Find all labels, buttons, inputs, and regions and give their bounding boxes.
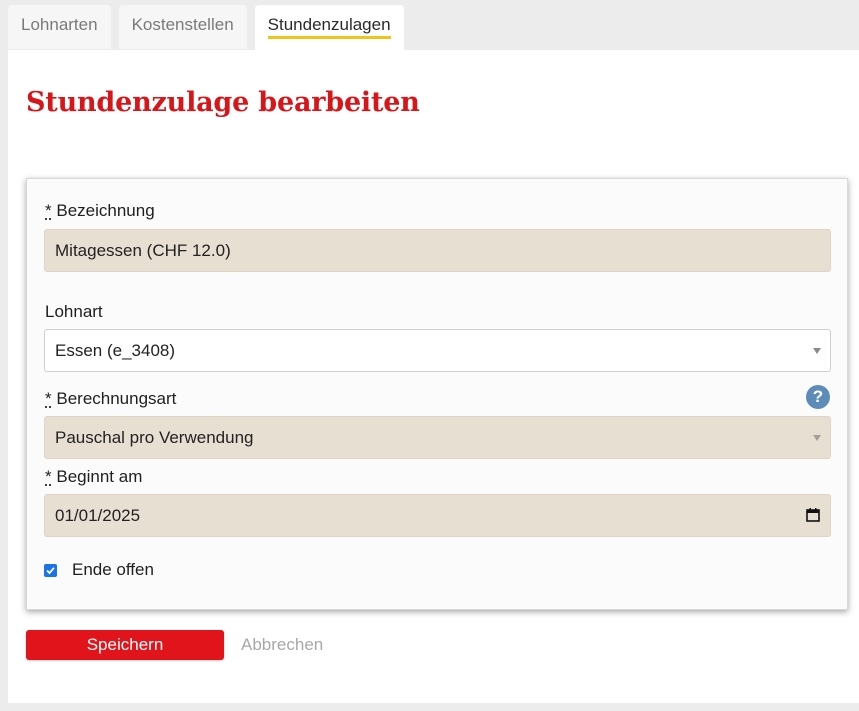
required-marker: * xyxy=(45,467,52,486)
edit-form: * Bezeichnung Mitagessen (CHF 12.0) Lohn… xyxy=(26,178,848,610)
chevron-down-icon xyxy=(813,435,821,441)
help-icon[interactable]: ? xyxy=(806,385,830,409)
calendar-icon[interactable] xyxy=(806,508,820,522)
beginnt-am-date-input[interactable]: 01/01/2025 xyxy=(44,494,831,537)
ende-offen-row: Ende offen xyxy=(44,560,154,580)
beginnt-am-label-text: Beginnt am xyxy=(56,467,143,486)
tab-bar: Lohnarten Kostenstellen Stundenzulagen xyxy=(8,5,404,51)
berechnungsart-label-text: Berechnungsart xyxy=(56,389,177,408)
required-marker: * xyxy=(45,389,52,408)
tab-label: Lohnarten xyxy=(21,15,98,34)
berechnungsart-value: Pauschal pro Verwendung xyxy=(55,427,254,447)
tab-kostenstellen[interactable]: Kostenstellen xyxy=(118,5,247,49)
ende-offen-label: Ende offen xyxy=(72,560,154,579)
lohnart-select[interactable]: Essen (e_3408) xyxy=(44,329,831,372)
content-panel: Stundenzulage bearbeiten * Bezeichnung M… xyxy=(8,50,859,703)
tab-label: Kostenstellen xyxy=(131,15,234,34)
beginnt-am-value: 01/01/2025 xyxy=(55,505,141,525)
beginnt-am-label: * Beginnt am xyxy=(45,467,142,487)
ende-offen-checkbox[interactable] xyxy=(44,563,57,577)
berechnungsart-select[interactable]: Pauschal pro Verwendung xyxy=(44,416,831,459)
bezeichnung-value: Mitagessen (CHF 12.0) xyxy=(55,240,231,260)
page-title: Stundenzulage bearbeiten xyxy=(26,87,420,118)
bezeichnung-label: * Bezeichnung xyxy=(45,201,155,221)
chevron-down-icon xyxy=(813,348,821,354)
save-button[interactable]: Speichern xyxy=(26,630,224,660)
lohnart-label: Lohnart xyxy=(45,302,103,322)
bezeichnung-label-text: Bezeichnung xyxy=(56,201,155,220)
tab-stundenzulagen[interactable]: Stundenzulagen xyxy=(254,5,404,51)
required-marker: * xyxy=(45,201,52,220)
bezeichnung-input[interactable]: Mitagessen (CHF 12.0) xyxy=(44,229,831,272)
checkmark-icon xyxy=(46,566,55,574)
tab-label: Stundenzulagen xyxy=(267,15,391,39)
berechnungsart-label: * Berechnungsart xyxy=(45,389,176,409)
lohnart-label-text: Lohnart xyxy=(45,302,103,321)
cancel-link[interactable]: Abbrechen xyxy=(241,635,323,655)
tab-lohnarten[interactable]: Lohnarten xyxy=(8,5,111,49)
lohnart-value: Essen (e_3408) xyxy=(55,340,176,360)
